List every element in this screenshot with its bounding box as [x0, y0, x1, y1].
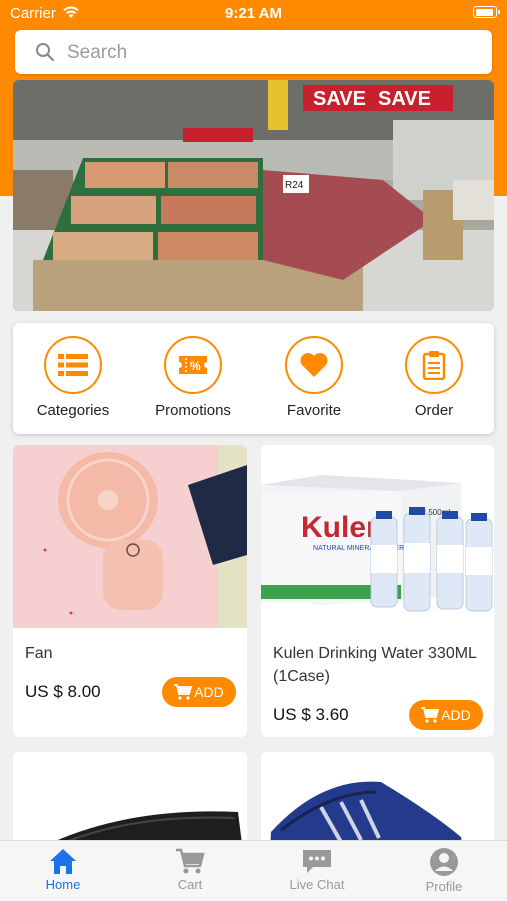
categories-icon-circle — [44, 336, 102, 394]
product-name: Kulen Drinking Water 330ML (1Case) — [273, 645, 477, 685]
tab-label: Live Chat — [289, 877, 345, 892]
tab-live-chat[interactable]: Live Chat — [254, 841, 380, 901]
supermarket-banner-image: SAVE SAVE R24 — [13, 80, 494, 311]
cart-icon — [176, 848, 205, 874]
home-icon — [50, 849, 76, 874]
banner-sign-text-2: SAVE — [378, 88, 431, 110]
search-input[interactable] — [65, 38, 469, 68]
add-to-cart-button[interactable]: ADD — [162, 677, 236, 707]
tab-label: Home — [45, 877, 81, 892]
tab-label: Profile — [425, 879, 463, 894]
menu-label: Favorite — [286, 402, 342, 419]
menu-item-favorite[interactable]: Favorite — [254, 336, 374, 419]
tab-bar: Home Cart Live Chat Profile — [0, 840, 507, 901]
menu-label: Categories — [36, 402, 110, 419]
product-card-kulen-water[interactable]: Kulen NATURAL MINERAL WATER 24 x 500ml K… — [261, 445, 494, 737]
battery-icon — [473, 6, 500, 18]
favorite-icon-circle — [285, 336, 343, 394]
clipboard-icon — [422, 351, 446, 380]
cart-icon — [421, 707, 440, 723]
product-price: US $ 8.00 — [25, 682, 101, 701]
search-icon — [36, 43, 55, 62]
fan-product-image — [13, 445, 247, 628]
menu-label: Promotions — [155, 402, 231, 419]
promotions-icon-circle: % — [164, 336, 222, 394]
product-name: Fan — [25, 645, 53, 662]
ticket-percent-icon: % — [179, 356, 207, 374]
heart-icon — [300, 353, 328, 377]
search-bar[interactable] — [15, 30, 492, 74]
water-case-product-image: Kulen NATURAL MINERAL WATER 24 x 500ml — [261, 445, 494, 628]
product-card-fan[interactable]: Fan US $ 8.00 ADD — [13, 445, 247, 737]
svg-text:%: % — [190, 359, 201, 373]
menu-item-categories[interactable]: Categories — [13, 336, 133, 419]
cart-icon — [174, 684, 193, 700]
tab-profile[interactable]: Profile — [381, 841, 507, 901]
chat-icon — [303, 850, 331, 873]
status-bar: Carrier 9:21 AM — [0, 0, 507, 28]
add-button-label: ADD — [441, 707, 471, 723]
quick-menu: Categories % Promotions Favorite Order — [13, 323, 494, 434]
tab-label: Cart — [177, 877, 203, 892]
add-to-cart-button[interactable]: ADD — [409, 700, 483, 730]
product-image: Kulen NATURAL MINERAL WATER 24 x 500ml — [261, 445, 494, 628]
menu-item-order[interactable]: Order — [374, 336, 494, 419]
menu-item-promotions[interactable]: % Promotions — [133, 336, 253, 419]
tab-home[interactable]: Home — [0, 841, 126, 901]
menu-label: Order — [414, 402, 454, 419]
product-price: US $ 3.60 — [273, 705, 349, 724]
add-button-label: ADD — [194, 684, 224, 700]
order-icon-circle — [405, 336, 463, 394]
product-image — [13, 445, 247, 628]
profile-icon — [430, 848, 458, 876]
list-icon — [58, 354, 88, 376]
promo-banner[interactable]: SAVE SAVE R24 — [13, 80, 494, 311]
tab-cart[interactable]: Cart — [127, 841, 253, 901]
status-time: 9:21 AM — [225, 5, 282, 22]
svg-text:R24: R24 — [285, 180, 304, 191]
banner-sign-text: SAVE — [313, 88, 366, 110]
